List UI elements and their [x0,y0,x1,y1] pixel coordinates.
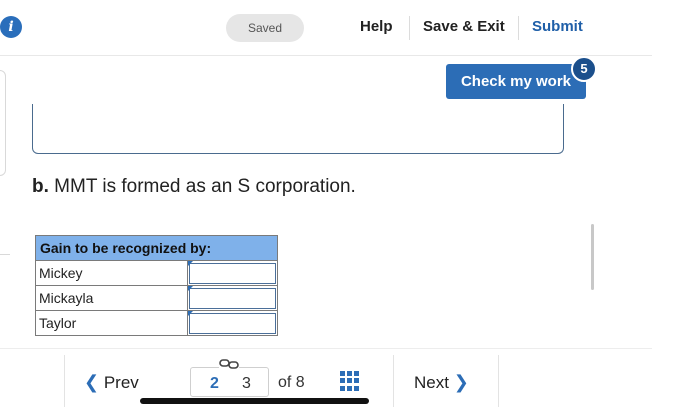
check-my-work-button[interactable]: Check my work [446,64,586,99]
table-row: Mickayla [35,285,278,311]
submit-link[interactable]: Submit [532,18,583,35]
scrollbar[interactable] [591,224,594,290]
mickayla-gain-input[interactable] [187,285,278,311]
table-header: Gain to be recognized by: [35,235,278,261]
link-icon [219,357,239,371]
next-button[interactable]: Next ❯ [414,372,469,393]
left-panel-edge [0,70,6,176]
nav-divider [64,355,65,407]
row-label-mickey: Mickey [35,260,188,286]
taylor-gain-input[interactable] [187,310,278,336]
input-marker-icon [188,286,193,291]
chevron-right-icon: ❯ [453,372,469,392]
grid-icon[interactable] [340,371,360,391]
page-count: of 8 [278,374,305,391]
saved-status: Saved [226,14,304,42]
home-indicator [140,398,369,404]
header-divider [518,16,519,40]
input-field[interactable] [189,287,276,309]
mickey-gain-input[interactable] [187,260,278,286]
gain-table: Gain to be recognized by: Mickey Mickayl… [35,235,278,336]
page-3-button[interactable]: 3 [242,375,251,393]
left-divider [0,254,10,255]
table-header-row: Gain to be recognized by: [35,235,278,261]
page-2-button[interactable]: 2 [210,375,219,393]
header-divider [409,16,410,40]
next-label: Next [414,373,449,392]
help-link[interactable]: Help [360,18,393,35]
attempts-badge: 5 [571,56,597,82]
save-exit-link[interactable]: Save & Exit [423,18,505,35]
nav-divider [393,355,394,407]
question-part-label: b. [32,176,49,197]
table-row: Mickey [35,260,278,286]
nav-divider [498,355,499,407]
input-field[interactable] [189,262,276,284]
chevron-left-icon: ❮ [84,372,100,392]
question-text: b. MMT is formed as an S corporation. [32,176,356,198]
previous-answer-box[interactable] [32,104,564,154]
input-marker-icon [188,261,193,266]
input-marker-icon [188,311,193,316]
table-row: Taylor [35,310,278,336]
page-selector: 2 3 [190,367,269,397]
info-icon[interactable]: i [0,16,22,38]
question-body: MMT is formed as an S corporation. [54,176,356,197]
row-label-mickayla: Mickayla [35,285,188,311]
prev-label: Prev [103,373,139,392]
row-label-taylor: Taylor [35,310,188,336]
prev-button[interactable]: ❮ Prev [84,372,139,393]
input-field[interactable] [189,312,276,334]
